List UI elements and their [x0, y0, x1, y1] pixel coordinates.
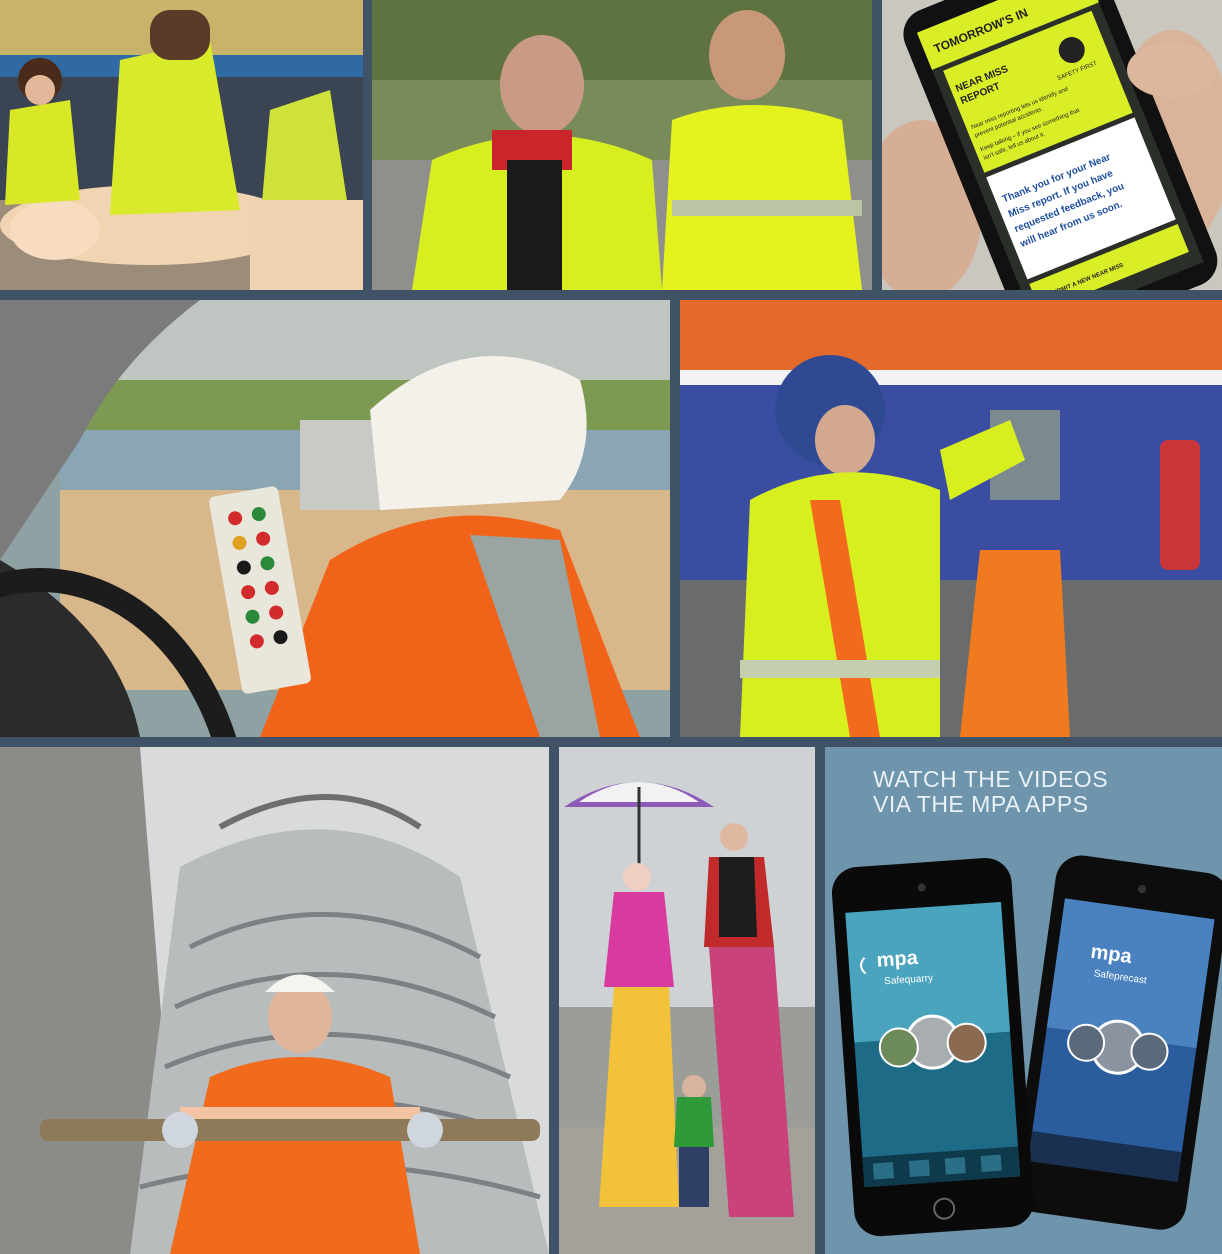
dredger-remote-photo [0, 300, 670, 737]
apps-promo-panel: WATCH THE VIDEOS VIA THE MPA APPS mpa Sa… [825, 747, 1222, 1254]
cpr-training-photo [0, 0, 363, 290]
stilt-walkers-photo [559, 747, 815, 1254]
workers-talking-photo [372, 0, 872, 290]
app-tab-icon [980, 1154, 1002, 1172]
app-tab-icon [908, 1159, 930, 1177]
app-tab-icon [872, 1162, 894, 1180]
safequarry-logo: mpa [876, 947, 919, 972]
safeprecast-phone: mpa Safeprecast [1012, 855, 1222, 1230]
rail-wagon-worker-photo [680, 300, 1222, 737]
near-miss-app-photo: TOMORROW'S IN NEAR MISS REPORT SAFETY FI… [882, 0, 1222, 290]
app-tab-icon [944, 1157, 966, 1175]
silo-worker-photo [0, 747, 549, 1254]
safequarry-phone: mpa Safequarry [831, 857, 1034, 1237]
